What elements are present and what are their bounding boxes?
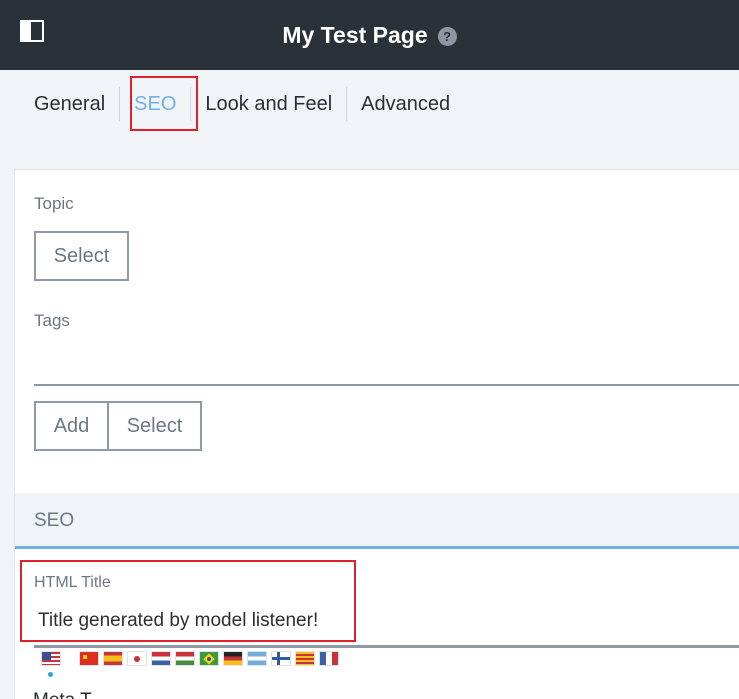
flag-hu-icon[interactable] [175,651,195,666]
page-title: My Test Page [282,21,428,48]
tab-seo[interactable]: SEO [120,86,190,122]
flag-us-icon[interactable] [41,651,61,666]
flag-br-icon[interactable] [199,651,219,666]
flag-jp-icon[interactable] [127,651,147,666]
html-title-underline [34,645,739,648]
tab-general[interactable]: General [20,86,119,122]
tab-bar: General SEO Look and Feel Advanced [20,76,464,132]
flag-de-icon[interactable] [223,651,243,666]
seo-section-header[interactable]: SEO [15,493,739,549]
language-selector [41,651,339,666]
html-title-label: HTML Title [34,574,111,591]
html-title-input[interactable]: Title generated by model listener! [38,610,318,632]
flag-ar-icon[interactable] [247,651,267,666]
meta-tags-label: Meta T [33,690,92,699]
tab-advanced[interactable]: Advanced [347,86,464,122]
selected-language-indicator [48,672,53,677]
help-icon[interactable]: ? [437,26,457,46]
flag-es-icon[interactable] [103,651,123,666]
flag-nl-icon[interactable] [151,651,171,666]
header-title-wrap: My Test Page ? [0,0,739,70]
tags-select-button[interactable]: Select [107,401,202,451]
topic-select-button[interactable]: Select [34,231,129,281]
flag-ca-icon[interactable] [295,651,315,666]
page-header: My Test Page ? [0,0,739,70]
tab-look-and-feel[interactable]: Look and Feel [191,86,346,122]
flag-fr-icon[interactable] [319,651,339,666]
flag-cn-icon[interactable] [79,651,99,666]
flag-fi-icon[interactable] [271,651,291,666]
seo-panel: Topic Select Tags Add Select SEO HTML Ti… [14,169,739,699]
topic-label: Topic [34,194,74,213]
tags-add-button[interactable]: Add [34,401,109,451]
seo-section-label: SEO [34,510,75,531]
tags-label: Tags [34,311,70,330]
tags-input[interactable] [34,340,739,386]
